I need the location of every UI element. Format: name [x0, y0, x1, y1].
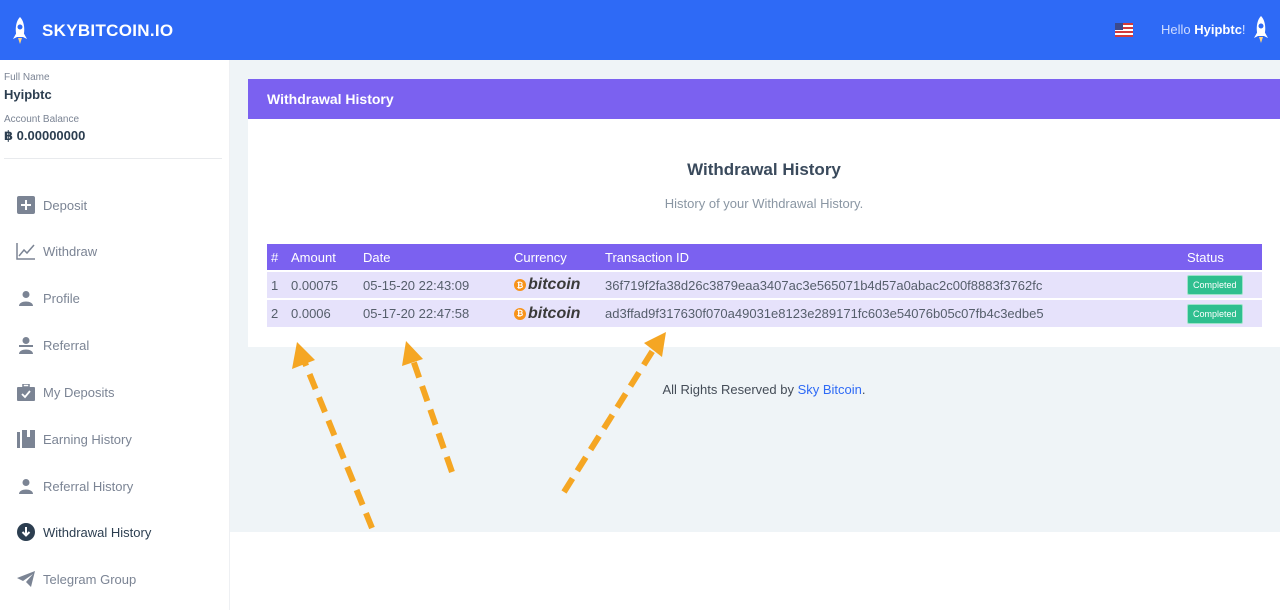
- status-badge: Completed: [1187, 275, 1243, 295]
- row-amount: 0.00075: [287, 270, 359, 299]
- us-flag-icon[interactable]: [1115, 23, 1133, 37]
- row-number: 1: [267, 270, 287, 299]
- user-avatar-rocket-icon[interactable]: [1251, 15, 1271, 45]
- row-currency: ₿ bitcoin: [510, 270, 601, 299]
- footer: All Rights Reserved by Sky Bitcoin.: [662, 382, 866, 397]
- row-amount: 0.0006: [287, 298, 359, 327]
- sidebar-item-withdraw[interactable]: Withdraw: [16, 239, 97, 263]
- row-transaction-id[interactable]: ad3ffad9f317630f070a49031e8123e289171fc6…: [601, 298, 1183, 327]
- status-badge: Completed: [1187, 303, 1243, 324]
- full-name-value: Hyipbtc: [4, 87, 52, 102]
- user-greeting[interactable]: Hello Hyipbtc!: [1161, 22, 1246, 37]
- balance-value: ฿ 0.00000000: [4, 128, 86, 143]
- table-row: 2 0.0006 05-17-20 22:47:58 ₿ bitcoin ad3f…: [267, 298, 1262, 327]
- row-date: 05-17-20 22:47:58: [359, 298, 510, 327]
- row-currency: ₿ bitcoin: [510, 298, 601, 327]
- row-status: Completed: [1183, 298, 1262, 327]
- telegram-icon: [16, 569, 36, 589]
- column-header-date: Date: [359, 244, 510, 271]
- bitcoin-coin-icon: ₿: [514, 279, 526, 292]
- brand-logo[interactable]: SKYBITCOIN.IO: [10, 16, 173, 46]
- sidebar-item-profile[interactable]: Profile: [16, 286, 80, 310]
- balance-label: Account Balance: [4, 114, 80, 125]
- page-title: Withdrawal History: [687, 160, 841, 179]
- line-chart-icon: [16, 241, 36, 261]
- withdrawal-history-table: # Amount Date Currency Transaction ID St…: [267, 244, 1262, 327]
- card-header-title: Withdrawal History: [267, 91, 394, 107]
- sidebar-item-my-deposits[interactable]: My Deposits: [16, 380, 115, 404]
- footer-link-sky-bitcoin[interactable]: Sky Bitcoin: [798, 382, 862, 397]
- bitcoin-logo: ₿ bitcoin: [514, 276, 580, 294]
- rocket-icon: [13, 17, 27, 44]
- column-header-currency: Currency: [510, 244, 601, 271]
- briefcase-check-icon: [16, 382, 36, 402]
- arrow-down-circle-icon: [16, 522, 36, 542]
- column-header-amount: Amount: [287, 244, 359, 271]
- row-status: Completed: [1183, 270, 1262, 299]
- sidebar-item-referral[interactable]: Referral: [16, 333, 89, 357]
- brand-name: SKYBITCOIN.IO: [42, 21, 174, 40]
- sidebar-item-telegram-group[interactable]: Telegram Group: [16, 567, 136, 591]
- row-date: 05-15-20 22:43:09: [359, 270, 510, 299]
- page-subtitle: History of your Withdrawal History.: [664, 196, 864, 211]
- book-icon: [16, 429, 36, 449]
- table-header-row: # Amount Date Currency Transaction ID St…: [267, 244, 1262, 271]
- user-icon: [16, 476, 36, 496]
- column-header-status: Status: [1183, 244, 1262, 271]
- sidebar-item-referral-history[interactable]: Referral History: [16, 474, 133, 498]
- sidebar-item-earning-history[interactable]: Earning History: [16, 427, 132, 451]
- row-transaction-id[interactable]: 36f719f2fa38d26c3879eaa3407ac3e565071b4d…: [601, 270, 1183, 299]
- column-header-number: #: [267, 244, 287, 271]
- user-tie-icon: [16, 335, 36, 355]
- bitcoin-coin-icon: ₿: [514, 307, 526, 320]
- column-header-transaction-id: Transaction ID: [601, 244, 1183, 271]
- sidebar-item-deposit[interactable]: Deposit: [16, 193, 87, 217]
- table-row: 1 0.00075 05-15-20 22:43:09 ₿ bitcoin 36f…: [267, 270, 1262, 299]
- card-header: Withdrawal History: [248, 79, 1280, 119]
- sidebar-item-withdrawal-history[interactable]: Withdrawal History: [16, 520, 151, 544]
- row-number: 2: [267, 298, 287, 327]
- user-icon: [16, 288, 36, 308]
- top-navbar: SKYBITCOIN.IO Hello Hyipbtc!: [0, 0, 1280, 60]
- bitcoin-logo: ₿ bitcoin: [514, 305, 580, 323]
- plus-square-icon: [16, 195, 36, 215]
- full-name-label: Full Name: [4, 72, 50, 83]
- sidebar-divider: [4, 158, 222, 159]
- username: Hyipbtc: [1194, 22, 1242, 37]
- sidebar: Full Name Hyipbtc Account Balance ฿ 0.00…: [0, 60, 230, 610]
